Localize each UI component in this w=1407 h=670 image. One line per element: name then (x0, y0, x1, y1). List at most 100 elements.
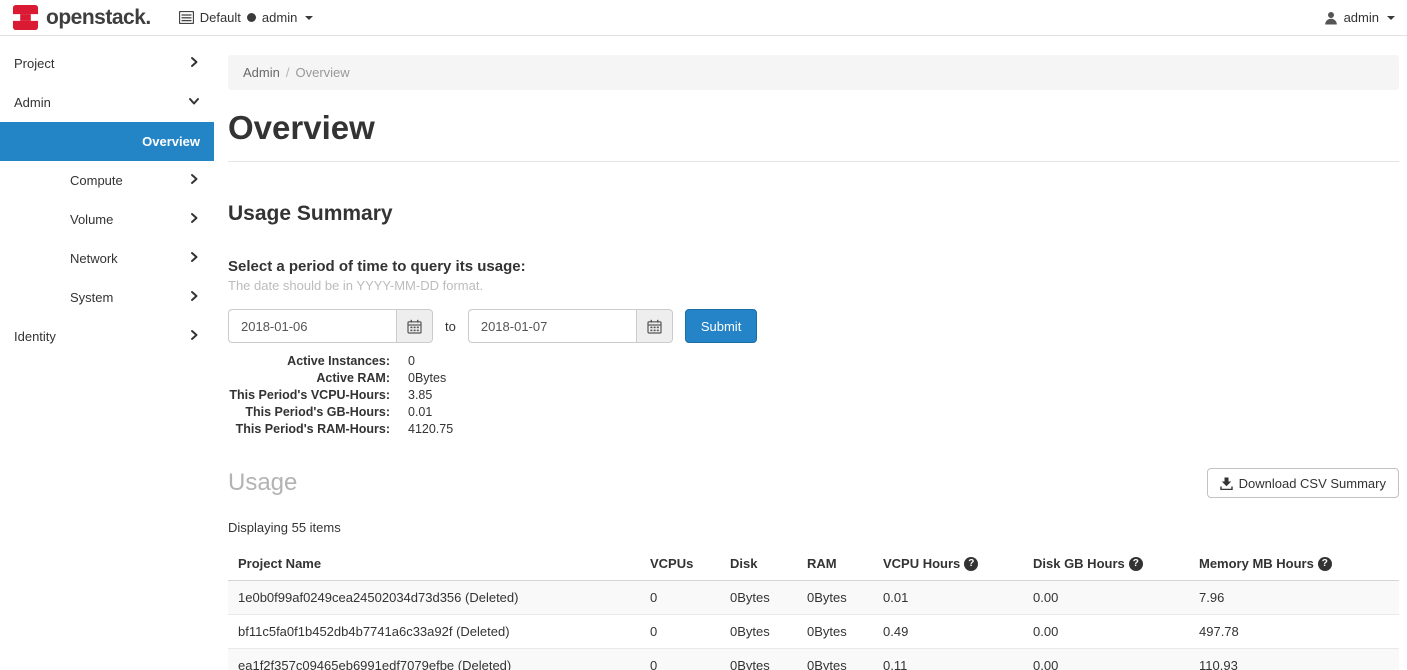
usage-summary-heading: Usage Summary (228, 202, 1399, 226)
stat-label: Active RAM: (228, 370, 390, 387)
col-vcpus[interactable]: VCPUs (640, 547, 720, 581)
sidebar-item-label: Identity (14, 329, 56, 344)
cell-vcpus: 0 (640, 615, 720, 649)
usage-table: Project Name VCPUs Disk RAM VCPU Hours? … (228, 547, 1399, 670)
brand-text: openstack. (46, 6, 151, 30)
breadcrumb: Admin / Overview (228, 55, 1399, 90)
help-icon[interactable]: ? (1129, 557, 1143, 571)
stat-active-ram: Active RAM: 0Bytes (228, 370, 1399, 387)
cell-project-name: 1e0b0f99af0249cea24502034d73d356 (Delete… (228, 581, 640, 615)
cell-disk-gb-hours: 0.00 (1023, 649, 1189, 670)
stat-gb-hours: This Period's GB-Hours: 0.01 (228, 404, 1399, 421)
cell-vcpu-hours: 0.11 (873, 649, 1023, 670)
col-vcpu-hours[interactable]: VCPU Hours? (873, 547, 1023, 581)
calendar-icon[interactable] (636, 309, 673, 343)
date-format-hint: The date should be in YYYY-MM-DD format. (228, 278, 1399, 293)
chevron-down-icon (188, 95, 200, 110)
help-icon[interactable]: ? (964, 557, 978, 571)
to-label: to (443, 319, 458, 334)
cell-memory-mb-hours: 7.96 (1189, 581, 1399, 615)
items-count: Displaying 55 items (228, 520, 1399, 535)
table-row: ea1f2f357c09465eb6991edf7079efbe (Delete… (228, 649, 1399, 670)
panel-list-icon (179, 11, 194, 24)
stat-value: 4120.75 (408, 421, 453, 438)
main-content: Admin / Overview Overview Usage Summary Se… (214, 36, 1407, 670)
breadcrumb-admin[interactable]: Admin (243, 65, 280, 80)
cell-ram: 0Bytes (797, 581, 873, 615)
calendar-icon[interactable] (396, 309, 433, 343)
cell-disk-gb-hours: 0.00 (1023, 581, 1189, 615)
stat-vcpu-hours: This Period's VCPU-Hours: 3.85 (228, 387, 1399, 404)
chevron-right-icon (188, 56, 200, 71)
date-from-input[interactable] (228, 309, 396, 343)
stat-label: This Period's VCPU-Hours: (228, 387, 390, 404)
col-disk-gb-hours[interactable]: Disk GB Hours? (1023, 547, 1189, 581)
stat-label: This Period's GB-Hours: (228, 404, 390, 421)
chevron-right-icon (188, 290, 200, 305)
table-row: 1e0b0f99af0249cea24502034d73d356 (Delete… (228, 581, 1399, 615)
cell-disk-gb-hours: 0.00 (1023, 615, 1189, 649)
sidebar-item-label: Admin (14, 95, 51, 110)
top-navbar: openstack. Default admin admin (0, 0, 1407, 36)
cell-vcpus: 0 (640, 581, 720, 615)
usage-heading: Usage (228, 469, 297, 497)
download-csv-button[interactable]: Download CSV Summary (1207, 468, 1399, 498)
stat-ram-hours: This Period's RAM-Hours: 4120.75 (228, 421, 1399, 438)
cell-disk: 0Bytes (720, 615, 797, 649)
date-from-group (228, 309, 433, 343)
sidebar-item-admin[interactable]: Admin (0, 83, 214, 122)
stat-value: 0Bytes (408, 370, 446, 387)
date-to-group (468, 309, 673, 343)
sidebar-item-label: Network (70, 251, 118, 266)
sidebar-item-identity[interactable]: Identity (0, 317, 214, 356)
context-separator-dot-icon (247, 13, 256, 22)
sidebar-item-overview[interactable]: Overview (0, 122, 214, 161)
cell-disk: 0Bytes (720, 581, 797, 615)
cell-disk: 0Bytes (720, 649, 797, 670)
table-row: bf11c5fa0f1b452db4b7741a6c33a92f (Delete… (228, 615, 1399, 649)
help-icon[interactable]: ? (1318, 557, 1332, 571)
date-to-input[interactable] (468, 309, 636, 343)
openstack-logo-icon (12, 4, 39, 31)
period-prompt: Select a period of time to query its usa… (228, 258, 1399, 275)
download-csv-label: Download CSV Summary (1239, 476, 1386, 491)
context-project: admin (262, 10, 297, 25)
sidebar-item-label: Volume (70, 212, 113, 227)
cell-ram: 0Bytes (797, 615, 873, 649)
sidebar-item-label: Overview (142, 134, 200, 149)
col-project-name[interactable]: Project Name (228, 547, 640, 581)
breadcrumb-current: Overview (295, 65, 349, 80)
stat-value: 0.01 (408, 404, 432, 421)
cell-memory-mb-hours: 110.93 (1189, 649, 1399, 670)
caret-down-icon (1387, 16, 1395, 20)
cell-vcpu-hours: 0.01 (873, 581, 1023, 615)
stat-label: This Period's RAM-Hours: (228, 421, 390, 438)
page-title: Overview (228, 109, 1399, 147)
col-memory-mb-hours[interactable]: Memory MB Hours? (1189, 547, 1399, 581)
caret-down-icon (305, 16, 313, 20)
stat-value: 3.85 (408, 387, 432, 404)
sidebar-item-network[interactable]: Network (0, 239, 214, 278)
chevron-right-icon (188, 251, 200, 266)
sidebar-item-project[interactable]: Project (0, 44, 214, 83)
sidebar-item-compute[interactable]: Compute (0, 161, 214, 200)
openstack-brand[interactable]: openstack. (12, 4, 151, 31)
sidebar-item-label: Project (14, 56, 54, 71)
chevron-right-icon (188, 173, 200, 188)
sidebar-item-volume[interactable]: Volume (0, 200, 214, 239)
cell-vcpu-hours: 0.49 (873, 615, 1023, 649)
usage-stats: Active Instances: 0 Active RAM: 0Bytes T… (228, 353, 1399, 438)
col-disk[interactable]: Disk (720, 547, 797, 581)
user-name: admin (1344, 10, 1379, 25)
stat-value: 0 (408, 353, 415, 370)
user-menu[interactable]: admin (1324, 10, 1395, 25)
sidebar-item-system[interactable]: System (0, 278, 214, 317)
breadcrumb-separator: / (286, 65, 290, 80)
col-ram[interactable]: RAM (797, 547, 873, 581)
stat-label: Active Instances: (228, 353, 390, 370)
table-header-row: Project Name VCPUs Disk RAM VCPU Hours? … (228, 547, 1399, 581)
download-icon (1220, 477, 1233, 490)
context-switcher[interactable]: Default admin (179, 10, 314, 25)
cell-ram: 0Bytes (797, 649, 873, 670)
submit-button[interactable]: Submit (685, 309, 757, 343)
